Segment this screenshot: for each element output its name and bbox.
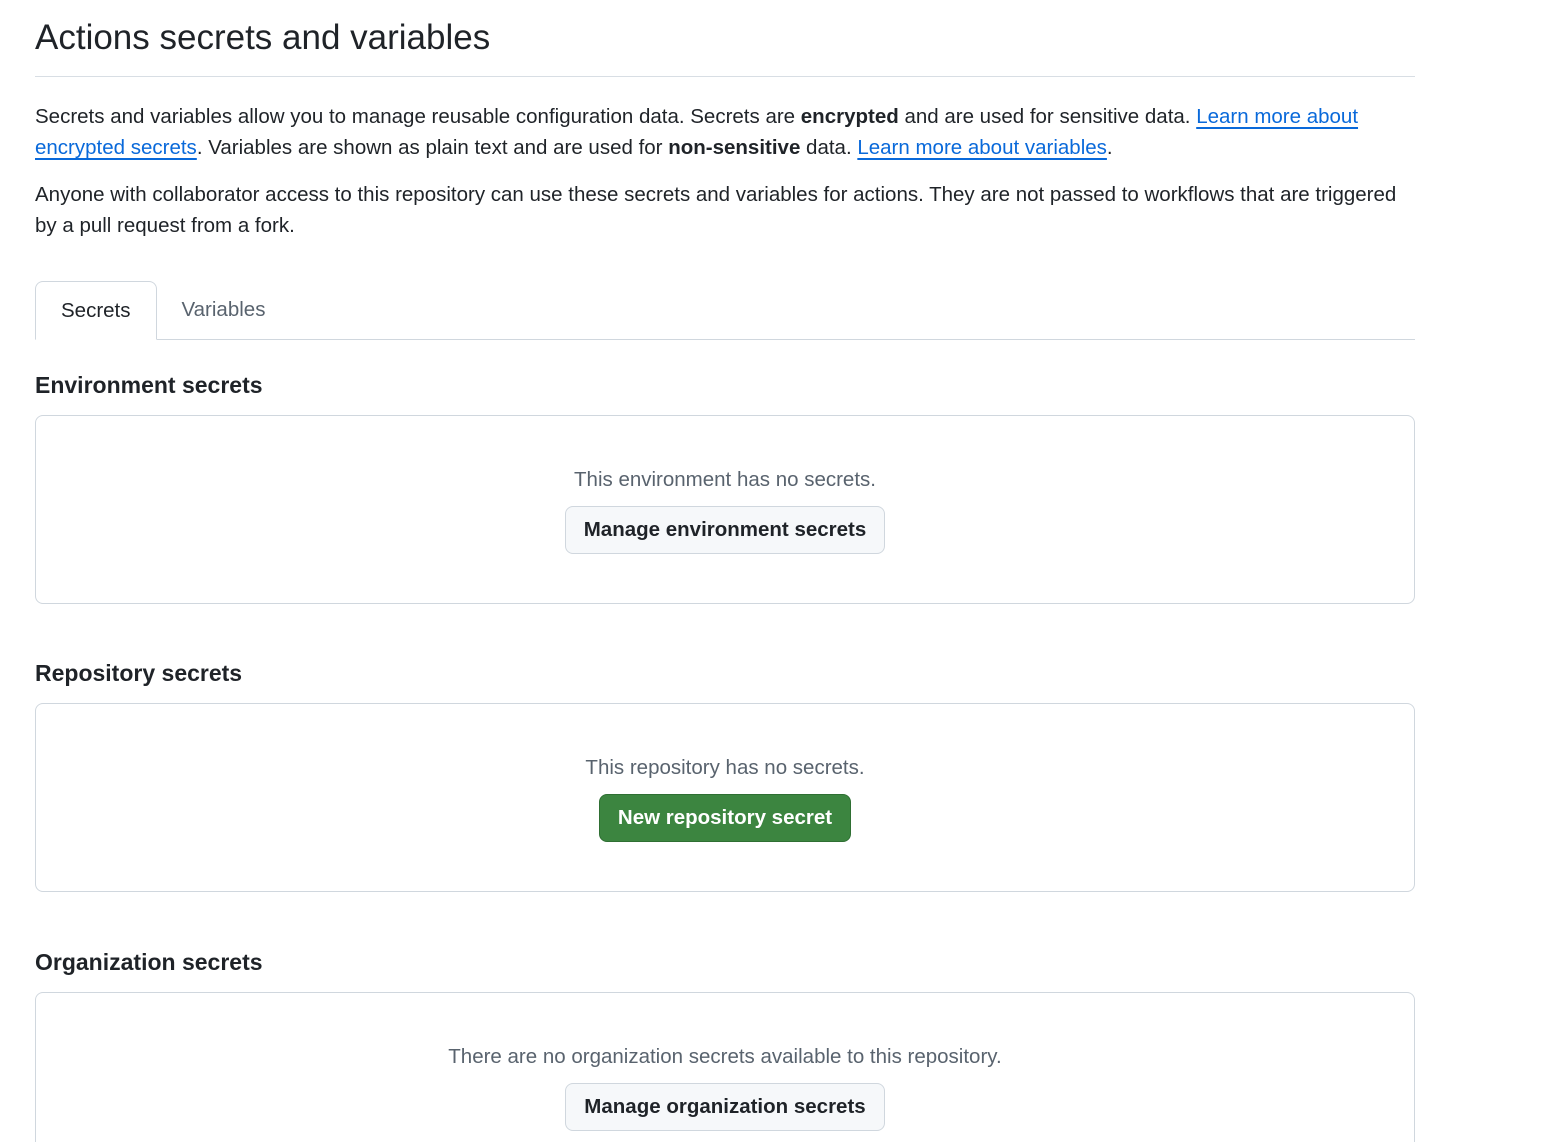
organization-secrets-section: Organization secrets There are no organi… (35, 947, 1415, 1142)
page: Actions secrets and variables Secrets an… (0, 0, 1556, 1142)
repository-secrets-title: Repository secrets (35, 660, 243, 686)
manage-organization-secrets-button[interactable]: Manage organization secrets (565, 1083, 885, 1131)
main-content: Actions secrets and variables Secrets an… (35, 0, 1415, 1142)
organization-secrets-empty-text: There are no organization secrets availa… (448, 1045, 1002, 1068)
environment-secrets-section: Environment secrets This environment has… (35, 370, 1415, 604)
collaborator-notice: Anyone with collaborator access to this … (35, 183, 1397, 237)
organization-secrets-title: Organization secrets (35, 949, 263, 975)
repository-secrets-blankslate: This repository has no secrets. New repo… (35, 703, 1415, 892)
intro-text-3: . Variables are shown as plain text and … (196, 136, 669, 159)
title-divider (35, 76, 1415, 77)
intro-bold-encrypted: encrypted (800, 105, 899, 128)
tab-bar: Secrets Variables (35, 281, 1415, 340)
tab-secrets[interactable]: Secrets (35, 281, 157, 340)
intro-bold-non-sensitive: non-sensitive (668, 136, 801, 159)
intro-text-1: Secrets and variables allow you to manag… (35, 105, 801, 128)
manage-environment-secrets-button[interactable]: Manage environment secrets (564, 506, 886, 554)
intro-text-2: and are used for sensitive data. (898, 105, 1197, 128)
intro-paragraph: Secrets and variables allow you to manag… (35, 101, 1415, 163)
page-title: Actions secrets and variables (35, 18, 491, 57)
new-repository-secret-button[interactable]: New repository secret (598, 794, 852, 842)
tab-variables[interactable]: Variables (157, 281, 291, 339)
environment-secrets-blankslate: This environment has no secrets. Manage … (35, 415, 1415, 604)
repository-secrets-section: Repository secrets This repository has n… (35, 658, 1415, 892)
intro-text-4: data. (800, 136, 858, 159)
environment-secrets-empty-text: This environment has no secrets. (574, 468, 876, 491)
intro-text-5: . (1106, 136, 1113, 159)
learn-more-variables-link[interactable]: Learn more about variables (857, 136, 1107, 159)
organization-secrets-blankslate: There are no organization secrets availa… (35, 992, 1415, 1142)
repository-secrets-empty-text: This repository has no secrets. (585, 756, 865, 779)
environment-secrets-title: Environment secrets (35, 372, 263, 398)
